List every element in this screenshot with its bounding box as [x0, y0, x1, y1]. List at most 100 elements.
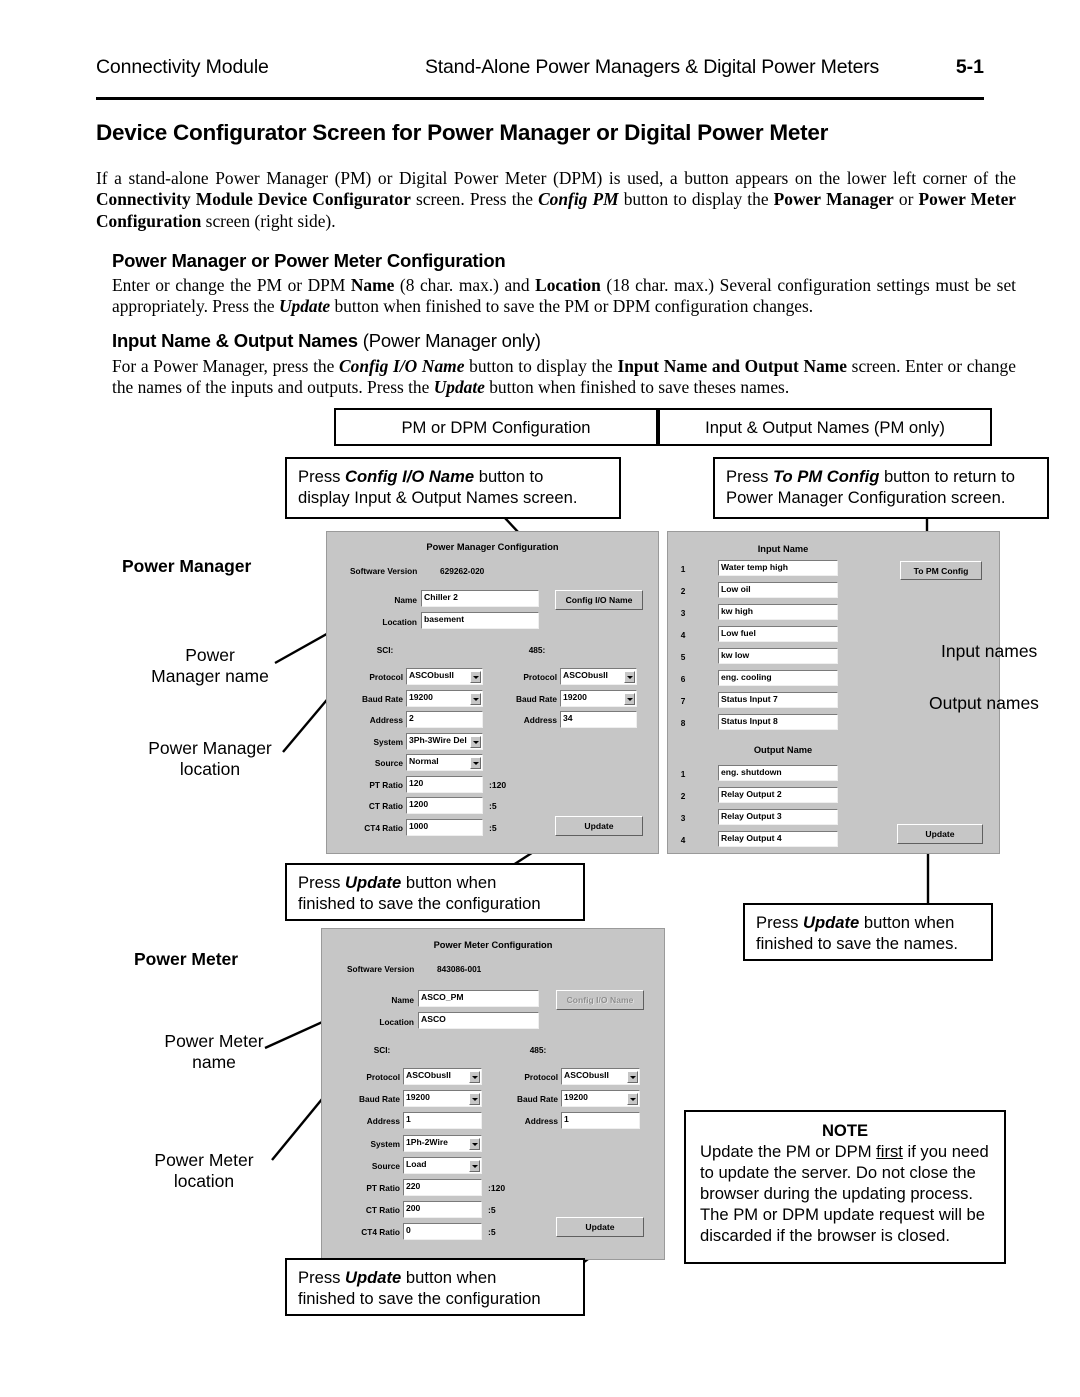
pm-update-button[interactable]: Update	[555, 816, 643, 836]
note-l1a: Update the PM or DPM	[700, 1142, 877, 1161]
io-output-3[interactable]: Relay Output 3	[718, 809, 838, 825]
header-center-text: Stand-Alone Power Managers & Digital Pow…	[425, 56, 880, 78]
meter-pt-ratio-input[interactable]: 220	[403, 1179, 482, 1196]
intro-line2c: screen. Press the	[410, 189, 539, 210]
annotation-power-manager: Power Manager	[122, 556, 252, 576]
chevron-down-icon[interactable]	[626, 1070, 638, 1083]
meter-485-baud-select[interactable]: 19200	[561, 1090, 640, 1107]
meter-source-select[interactable]: Load	[403, 1157, 482, 1174]
io-input-8[interactable]: Status Input 8	[718, 714, 838, 730]
chevron-down-icon[interactable]	[469, 670, 481, 683]
pm-sci-address-input[interactable]: 2	[406, 711, 483, 728]
meter-system-label: System	[370, 1139, 400, 1149]
annotation-meter-name: Power Meter name	[164, 1031, 264, 1072]
chevron-down-icon[interactable]	[623, 692, 635, 705]
chevron-down-icon[interactable]	[469, 756, 481, 769]
io-input-row-num: 4	[680, 630, 686, 640]
pm-485-protocol-select[interactable]: ASCObusII	[560, 668, 637, 685]
meter-ct-ratio-label: CT Ratio	[365, 1205, 400, 1215]
pm-sci-baud-select[interactable]: 19200	[406, 690, 483, 707]
s1-g: button when finished to save the PM or D…	[330, 296, 814, 317]
io-input-row-num: 7	[680, 696, 686, 706]
meter-window-title: Power Meter Configuration	[433, 940, 553, 950]
meter-system-select[interactable]: 1Ph-2Wire	[403, 1135, 482, 1152]
pm-sci-protocol-select[interactable]: ASCObusII	[406, 668, 483, 685]
intro-line2a: corner of the	[922, 168, 1016, 188]
meter-ct-ratio-suffix: :5	[488, 1205, 496, 1215]
header-rule	[96, 97, 984, 100]
meter-ct4-ratio-label: CT4 Ratio	[361, 1227, 400, 1237]
io-output-2[interactable]: Relay Output 2	[718, 787, 838, 803]
s2-g: button when finished to save theses name…	[484, 377, 790, 398]
meter-ct-ratio-input[interactable]: 200	[403, 1201, 482, 1218]
io-input-5[interactable]: kw low	[718, 648, 838, 664]
meter-source-value: Load	[406, 1159, 427, 1169]
meter-sci-protocol-value: ASCObusII	[406, 1070, 451, 1080]
chevron-down-icon[interactable]	[468, 1092, 480, 1105]
meter-485-protocol-select[interactable]: ASCObusII	[561, 1068, 640, 1085]
io-input-3[interactable]: kw high	[718, 604, 838, 620]
meter-update-button[interactable]: Update	[556, 1217, 644, 1237]
io-input-row-num: 8	[680, 718, 686, 728]
pm-485-address-input[interactable]: 34	[560, 711, 637, 728]
pm-system-label: System	[373, 737, 403, 747]
io-input-2[interactable]: Low oil	[718, 582, 838, 598]
c1-b: Config I/O Name	[345, 467, 475, 486]
io-input-4[interactable]: Low fuel	[718, 626, 838, 642]
meter-ct4-ratio-input[interactable]: 0	[403, 1223, 482, 1240]
tab-pm-dpm-configuration[interactable]: PM or DPM Configuration	[334, 408, 658, 446]
pm-location-input[interactable]: basement	[421, 612, 539, 629]
chevron-down-icon[interactable]	[623, 670, 635, 683]
io-input-6[interactable]: eng. cooling	[718, 670, 838, 686]
meter-485-baud-value: 19200	[564, 1092, 588, 1102]
pm-485-baud-select[interactable]: 19200	[560, 690, 637, 707]
pm-config-io-name-button[interactable]: Config I/O Name	[555, 590, 643, 610]
annotation-pm-name: Power Manager name	[151, 645, 269, 686]
io-input-1[interactable]: Water temp high	[718, 560, 838, 576]
io-output-row-num: 2	[680, 791, 686, 801]
c4-b: Update	[803, 913, 860, 932]
io-to-pm-config-button[interactable]: To PM Config	[900, 561, 982, 580]
tab-input-output-names[interactable]: Input & Output Names (PM only)	[658, 408, 992, 446]
section2-body: For a Power Manager, press the Config I/…	[112, 356, 1016, 399]
meter-485-label: 485:	[529, 1045, 547, 1055]
chevron-down-icon[interactable]	[468, 1137, 480, 1150]
io-output-4[interactable]: Relay Output 4	[718, 831, 838, 847]
pm-system-select[interactable]: 3Ph-3Wire Del	[406, 733, 483, 750]
pm-pt-ratio-input[interactable]: 120	[406, 776, 483, 793]
chevron-down-icon[interactable]	[469, 735, 481, 748]
pm-ct-ratio-input[interactable]: 1200	[406, 797, 483, 814]
s2-bold-inout: Input Name and Output Name	[617, 356, 847, 376]
pm-ct4-ratio-input[interactable]: 1000	[406, 819, 483, 836]
pm-source-value: Normal	[409, 756, 439, 766]
pm-source-select[interactable]: Normal	[406, 754, 483, 771]
meter-sci-baud-label: Baud Rate	[358, 1094, 400, 1104]
meter-sci-protocol-select[interactable]: ASCObusII	[403, 1068, 482, 1085]
io-output-1[interactable]: eng. shutdown	[718, 765, 838, 781]
c2-b: To PM Config	[773, 467, 880, 486]
page-title: Device Configurator Screen for Power Man…	[96, 120, 829, 145]
meter-name-input[interactable]: ASCO_PM	[418, 990, 539, 1007]
io-input-7[interactable]: Status Input 7	[718, 692, 838, 708]
pm-485-address-label: Address	[523, 715, 557, 725]
meter-485-address-input[interactable]: 1	[561, 1112, 640, 1129]
chevron-down-icon[interactable]	[468, 1070, 480, 1083]
meter-source-label: Source	[371, 1161, 400, 1171]
pm-485-protocol-label: Protocol	[523, 672, 557, 682]
meter-software-version-value: 843086-001	[437, 964, 482, 974]
meter-sci-address-input[interactable]: 1	[403, 1112, 482, 1129]
io-input-row-num: 3	[680, 608, 686, 618]
intro-bold-configurator: Connectivity Module Device Configurator	[96, 189, 411, 210]
meter-location-input[interactable]: ASCO	[418, 1012, 539, 1029]
meter-sci-baud-select[interactable]: 19200	[403, 1090, 482, 1107]
callout-to-pm-config: Press To PM Config button to return to P…	[713, 457, 1049, 519]
pm-name-input[interactable]: Chiller 2	[421, 590, 539, 607]
chevron-down-icon[interactable]	[468, 1159, 480, 1172]
s1-a: Enter or change the PM or DPM	[112, 275, 351, 295]
io-update-button[interactable]: Update	[897, 824, 983, 844]
chevron-down-icon[interactable]	[469, 692, 481, 705]
pm-sci-baud-value: 19200	[409, 692, 433, 702]
chevron-down-icon[interactable]	[626, 1092, 638, 1105]
s2-italic-update: Update	[433, 377, 485, 398]
meter-location-label: Location	[379, 1017, 414, 1027]
